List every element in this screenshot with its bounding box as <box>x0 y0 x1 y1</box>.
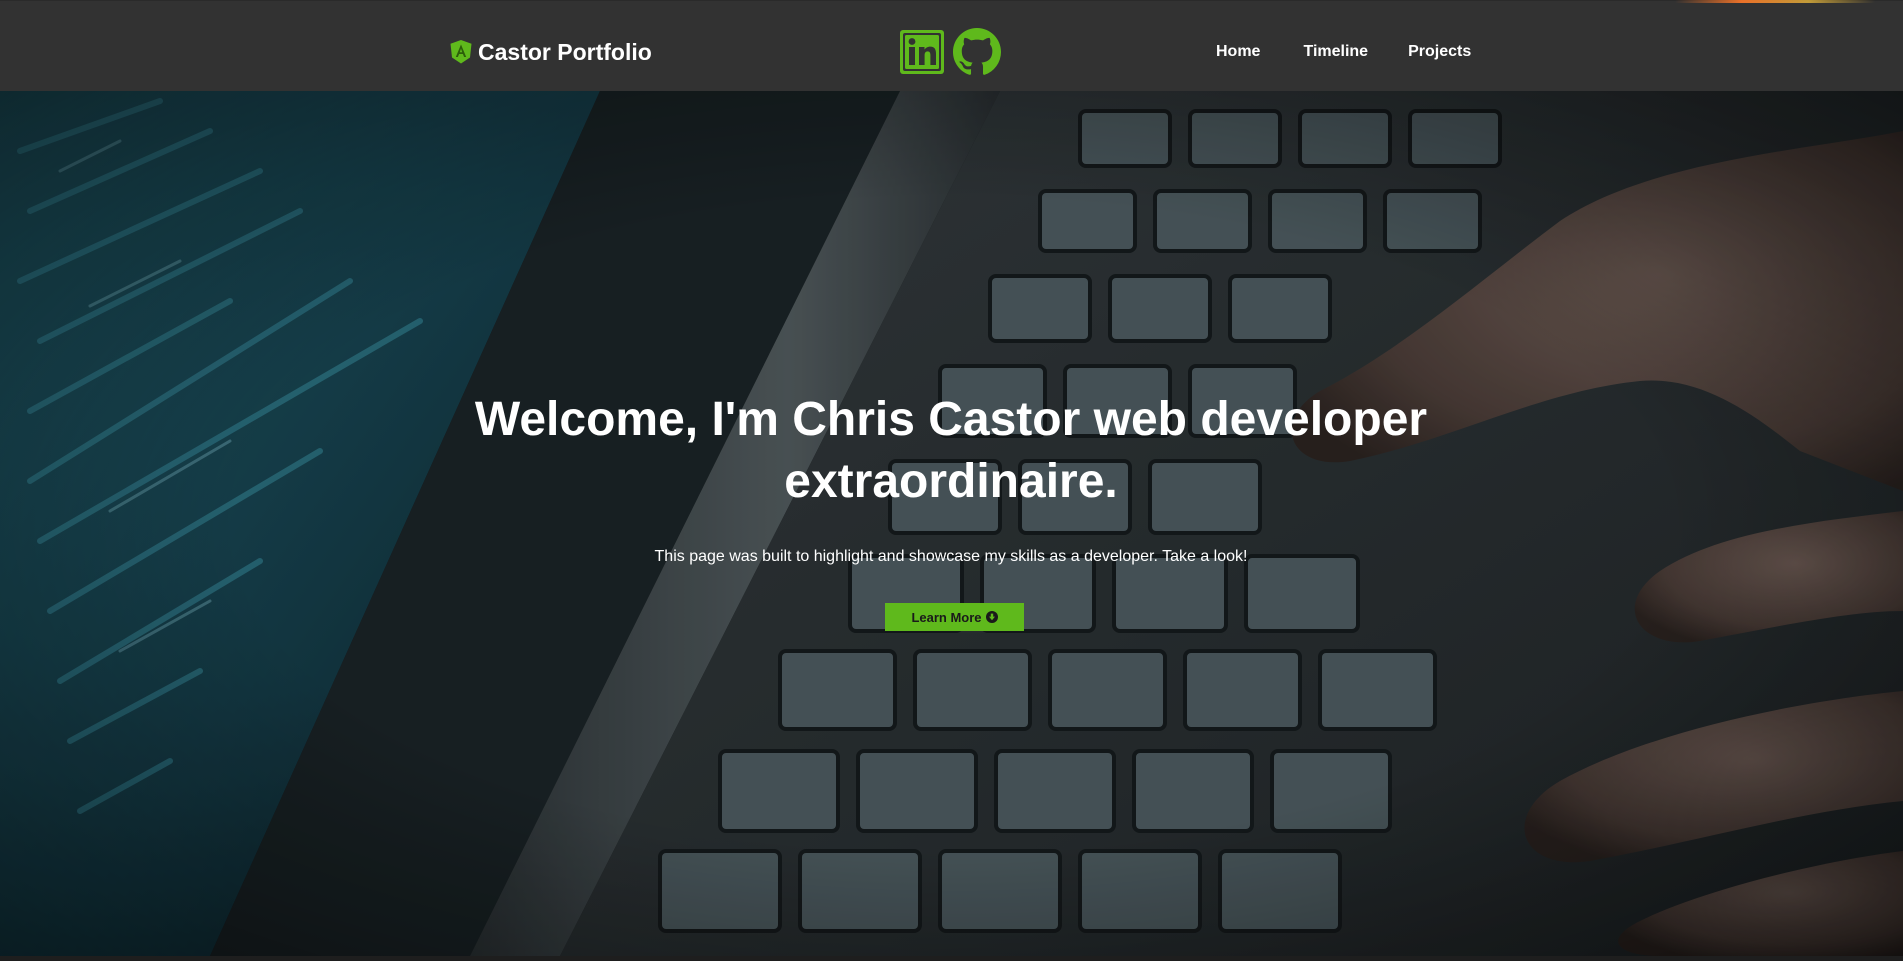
hero-title: Welcome, I'm Chris Castor web developer … <box>474 393 1428 508</box>
arrow-circle-down-icon <box>985 611 998 623</box>
corner-glow <box>1675 0 1875 3</box>
angular-shield-icon <box>450 40 472 64</box>
top-navbar: Castor Portfolio Home Timeline Projects <box>0 0 1903 91</box>
linkedin-icon <box>900 30 944 74</box>
hero-content: Welcome, I'm Chris Castor web developer … <box>0 91 1903 956</box>
brand-link[interactable]: Castor Portfolio <box>450 39 652 65</box>
github-icon <box>953 28 1001 75</box>
nav-projects[interactable]: Projects <box>1408 42 1471 62</box>
brand-name: Castor Portfolio <box>478 39 652 65</box>
learn-more-button[interactable]: Learn More <box>885 603 1024 631</box>
main-nav: Home Timeline Projects <box>1216 42 1471 62</box>
linkedin-link[interactable] <box>900 30 944 74</box>
learn-more-label: Learn More <box>911 609 982 625</box>
nav-home[interactable]: Home <box>1216 42 1260 62</box>
nav-timeline[interactable]: Timeline <box>1303 42 1368 62</box>
social-links <box>900 28 1001 76</box>
bottom-strip <box>0 956 1903 961</box>
github-link[interactable] <box>953 28 1001 76</box>
hero-subtitle: This page was built to highlight and sho… <box>654 548 1248 565</box>
hero-section: Welcome, I'm Chris Castor web developer … <box>0 91 1903 956</box>
